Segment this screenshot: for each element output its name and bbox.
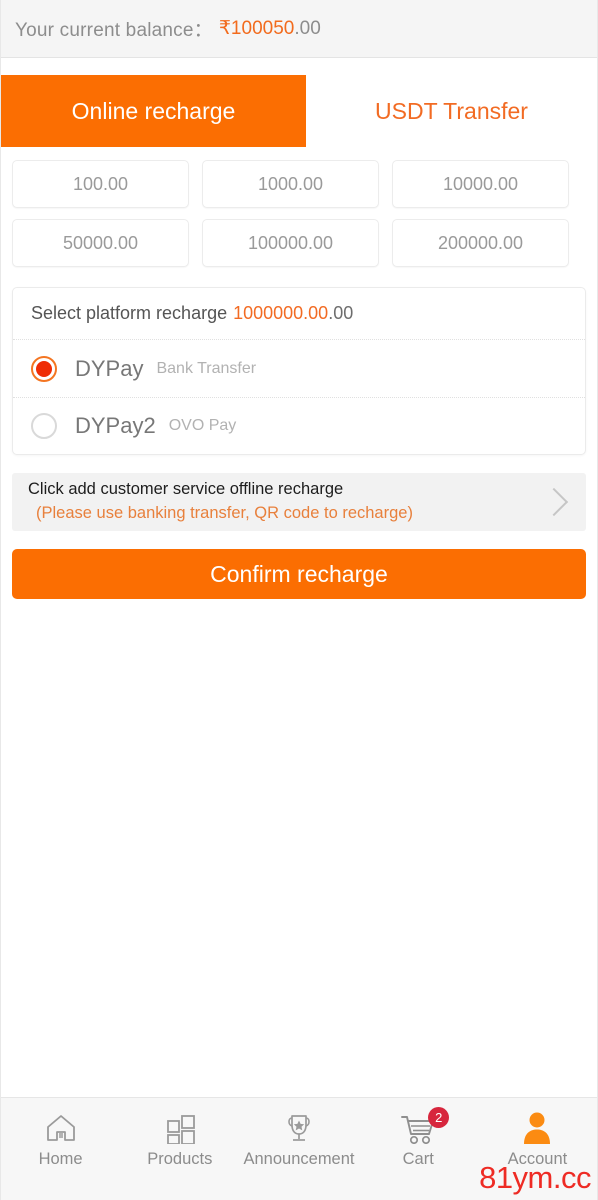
amount-option[interactable]: 100000.00 bbox=[202, 219, 379, 267]
confirm-recharge-button[interactable]: Confirm recharge bbox=[12, 549, 586, 599]
home-icon bbox=[44, 1110, 78, 1146]
nav-item-home[interactable]: Home bbox=[1, 1110, 120, 1169]
payment-method-name: DYPay bbox=[75, 355, 144, 381]
recharge-page: Your current balance： ₹100050 .00 Online… bbox=[0, 0, 598, 1200]
nav-label: Announcement bbox=[243, 1150, 355, 1168]
radio-selected-icon[interactable] bbox=[31, 355, 57, 382]
amount-option[interactable]: 10000.00 bbox=[392, 160, 569, 208]
payment-method-name: DYPay2 bbox=[75, 413, 156, 438]
chevron-right-icon bbox=[539, 487, 569, 517]
tab-online-recharge[interactable]: Online recharge bbox=[1, 75, 306, 147]
platform-amount: 1000000.00 bbox=[233, 303, 329, 323]
site-watermark: 81ym.cc bbox=[479, 1160, 591, 1195]
balance-cents: .00 bbox=[294, 17, 321, 39]
user-person-icon bbox=[520, 1110, 554, 1146]
trophy-star-icon bbox=[282, 1110, 316, 1146]
bottom-navigation: Home Products Announcement 2 Cart Accoun… bbox=[1, 1097, 597, 1200]
cart-badge: 2 bbox=[428, 1107, 450, 1128]
amount-option[interactable]: 1000.00 bbox=[202, 160, 379, 208]
offline-recharge-line1: Click add customer service offline recha… bbox=[28, 480, 344, 499]
grid-squares-icon bbox=[163, 1110, 197, 1146]
payment-method-desc: Bank Transfer bbox=[156, 359, 257, 377]
balance-bar: Your current balance： ₹100050 .00 bbox=[1, 0, 597, 58]
payment-method-desc: OVO Pay bbox=[168, 417, 237, 434]
nav-label: Home bbox=[38, 1150, 83, 1168]
platform-selection-card: Select platform recharge 1000000.00 .00 … bbox=[12, 287, 586, 455]
radio-unselected-icon[interactable] bbox=[31, 413, 57, 439]
amount-option[interactable]: 100.00 bbox=[12, 160, 189, 208]
platform-card-header: Select platform recharge 1000000.00 .00 bbox=[13, 288, 585, 340]
nav-label: Cart bbox=[402, 1150, 434, 1168]
amount-option[interactable]: 50000.00 bbox=[12, 219, 189, 267]
balance-label: Your current balance： bbox=[15, 20, 213, 41]
payment-method-dypay[interactable]: DYPay Bank Transfer bbox=[13, 340, 585, 397]
balance-amount: ₹100050 bbox=[218, 18, 295, 39]
tab-usdt-transfer[interactable]: USDT Transfer bbox=[306, 75, 597, 147]
offline-recharge-text: Click add customer service offline recha… bbox=[28, 478, 544, 526]
nav-item-products[interactable]: Products bbox=[120, 1110, 239, 1169]
nav-item-cart[interactable]: 2 Cart bbox=[359, 1107, 478, 1169]
offline-recharge-line2: (Please use banking transfer, QR code to… bbox=[36, 504, 413, 522]
amount-option[interactable]: 200000.00 bbox=[392, 219, 569, 267]
platform-title: Select platform recharge bbox=[31, 303, 228, 323]
nav-item-announcement[interactable]: Announcement bbox=[239, 1110, 358, 1169]
nav-label: Products bbox=[147, 1150, 213, 1168]
offline-recharge-row[interactable]: Click add customer service offline recha… bbox=[12, 473, 586, 531]
recharge-tabs: Online recharge USDT Transfer bbox=[1, 75, 597, 147]
amount-options-grid: 100.00 1000.00 10000.00 50000.00 100000.… bbox=[1, 147, 597, 267]
header-spacer bbox=[1, 58, 597, 75]
platform-amount-cents: .00 bbox=[328, 303, 354, 323]
shopping-cart-icon: 2 bbox=[399, 1107, 450, 1146]
payment-method-dypay2[interactable]: DYPay2 OVO Pay bbox=[13, 397, 585, 454]
